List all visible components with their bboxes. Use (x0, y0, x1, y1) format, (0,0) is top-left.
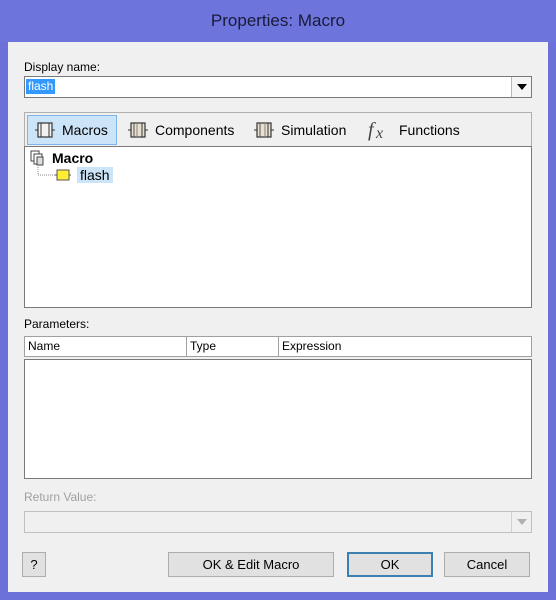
parameters-label: Parameters: (24, 317, 90, 331)
macro-folder-icon (29, 149, 47, 167)
tab-simulation[interactable]: Simulation (247, 115, 359, 145)
display-name-value[interactable]: flash (26, 79, 56, 94)
macro-icon (34, 120, 56, 140)
tab-components[interactable]: Components (121, 115, 245, 145)
svg-text:x: x (375, 125, 383, 141)
tab-functions-label: Functions (399, 122, 460, 138)
ok-edit-macro-button[interactable]: OK & Edit Macro (168, 552, 334, 577)
tree-item-label: flash (77, 167, 113, 183)
parameters-list[interactable] (24, 359, 532, 479)
parameters-header: Name Type Expression (24, 336, 532, 357)
tab-macros[interactable]: Macros (27, 115, 117, 145)
ok-button[interactable]: OK (347, 552, 433, 577)
column-expression[interactable]: Expression (279, 337, 531, 356)
help-button[interactable]: ? (22, 552, 46, 577)
title-bar: Properties: Macro (0, 0, 556, 42)
chevron-down-icon (516, 84, 527, 90)
column-type[interactable]: Type (187, 337, 279, 356)
tree-item-flash[interactable]: flash (55, 167, 113, 183)
tab-macros-label: Macros (62, 122, 108, 138)
category-toolbar: Macros Components Simulation fx Function… (24, 112, 532, 146)
macro-tree[interactable]: Macro flash (24, 146, 532, 308)
dialog-client-area: Display name: flash Macros Components Si… (8, 42, 548, 592)
display-name-combobox[interactable]: flash (24, 76, 532, 98)
column-name[interactable]: Name (25, 337, 187, 356)
return-value-label: Return Value: (24, 490, 97, 504)
cancel-button[interactable]: Cancel (444, 552, 530, 577)
tab-simulation-label: Simulation (281, 122, 347, 138)
tab-components-label: Components (155, 122, 235, 138)
simulation-icon (253, 120, 275, 140)
tree-root-macro[interactable]: Macro (29, 149, 93, 167)
macro-item-icon (55, 168, 71, 182)
display-name-dropdown-button[interactable] (511, 77, 531, 97)
display-name-label: Display name: (24, 60, 101, 74)
return-value-dropdown-button[interactable] (511, 512, 531, 532)
window-title: Properties: Macro (210, 11, 346, 30)
return-value-combobox[interactable] (24, 511, 532, 533)
fx-icon: fx (367, 119, 393, 141)
svg-text:f: f (368, 119, 376, 141)
chevron-down-icon (516, 519, 527, 525)
tab-functions[interactable]: fx Functions (361, 115, 471, 145)
tree-root-label: Macro (52, 150, 94, 166)
tree-connector-line (37, 167, 55, 176)
component-icon (127, 120, 149, 140)
